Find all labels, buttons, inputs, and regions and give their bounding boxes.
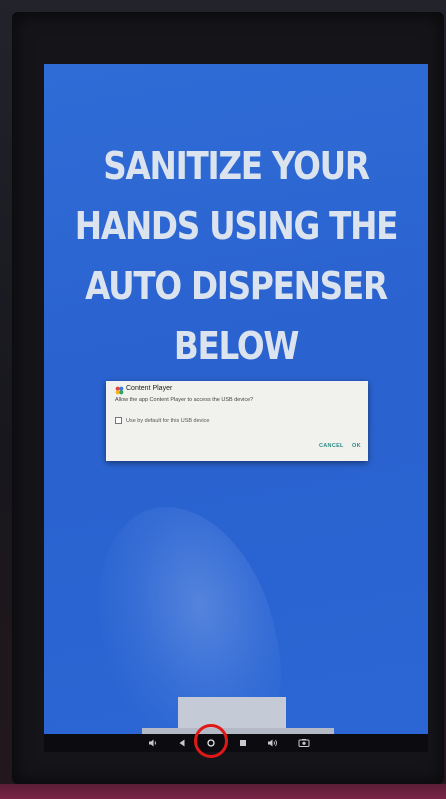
- recents-icon[interactable]: [236, 736, 250, 750]
- table-surface: [0, 784, 446, 799]
- back-icon[interactable]: [175, 736, 189, 750]
- default-usb-checkbox-label: Use by default for this USB device: [126, 417, 210, 424]
- volume-up-icon[interactable]: [266, 736, 280, 750]
- kiosk-screen: SANITIZE YOUR HANDS USING THE AUTO DISPE…: [44, 64, 428, 734]
- screenshot-icon[interactable]: [297, 736, 311, 750]
- sanitize-headline: SANITIZE YOUR HANDS USING THE AUTO DISPE…: [74, 144, 399, 368]
- cancel-button[interactable]: CANCEL: [319, 443, 344, 449]
- dialog-title: Content Player: [126, 385, 173, 392]
- usb-permission-dialog: Content Player Allow the app Content Pla…: [106, 381, 368, 461]
- dispenser-graphic: [142, 697, 334, 734]
- default-usb-checkbox-row[interactable]: Use by default for this USB device: [115, 417, 209, 424]
- content-player-app-icon: [115, 386, 124, 395]
- ok-button[interactable]: OK: [352, 443, 361, 449]
- home-icon[interactable]: [204, 736, 218, 750]
- dialog-message: Allow the app Content Player to access t…: [115, 397, 254, 403]
- volume-down-icon[interactable]: [146, 736, 160, 750]
- default-usb-checkbox[interactable]: [115, 417, 122, 424]
